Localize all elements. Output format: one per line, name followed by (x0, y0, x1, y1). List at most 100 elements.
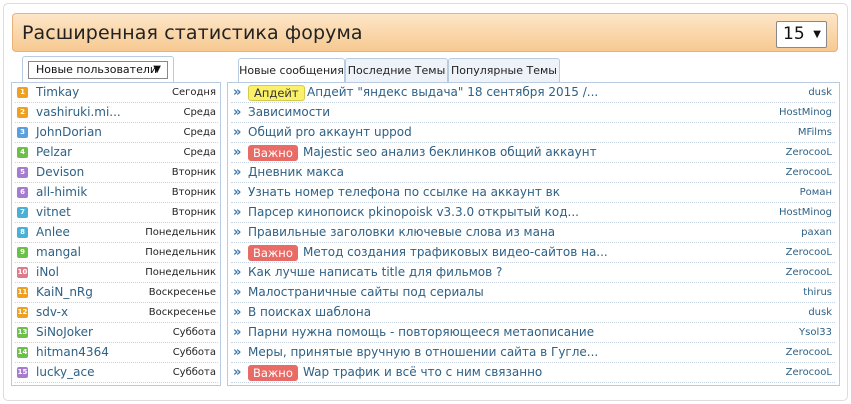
topic-link[interactable]: Как лучше написать title для фильмов ? (248, 265, 502, 279)
topic-author-link[interactable]: paxan (801, 227, 832, 238)
rank-icon: 12 (17, 307, 28, 318)
user-link[interactable]: all-himik (36, 185, 87, 199)
join-day: Вторник (171, 167, 216, 178)
double-arrow-icon: » (233, 365, 242, 380)
user-link[interactable]: KaiN_nRg (36, 285, 93, 299)
join-day: Воскресенье (148, 287, 216, 298)
rank-icon: 6 (17, 187, 28, 198)
double-arrow-icon: » (233, 85, 242, 100)
topic-author-link[interactable]: ZerocooL (786, 147, 832, 158)
topic-row: » Узнать номер телефона по ссылке на акка… (231, 183, 835, 203)
topic-link[interactable]: Меры, принятые вручную в отношении сайта… (248, 345, 598, 359)
user-link[interactable]: Pelzar (36, 145, 72, 159)
topic-author-link[interactable]: MFilms (798, 127, 832, 138)
topic-author-link[interactable]: Роман (800, 187, 832, 198)
topic-author-link[interactable]: thirus (803, 287, 832, 298)
double-arrow-icon: » (233, 265, 242, 280)
rank-icon: 11 (17, 287, 28, 298)
rank-icon: 7 (17, 207, 28, 218)
topic-link[interactable]: Wap трафик и всё что с ним связанно (303, 365, 542, 379)
topic-author-link[interactable]: ZerocooL (786, 247, 832, 258)
update-badge: Апдейт (248, 85, 305, 101)
double-arrow-icon: » (233, 125, 242, 140)
topic-link[interactable]: Узнать номер телефона по ссылке на аккау… (248, 185, 560, 199)
join-day: Среда (183, 127, 216, 138)
user-link[interactable]: Devison (36, 165, 84, 179)
rank-icon: 8 (17, 227, 28, 238)
topic-author-link[interactable]: HostMinog (779, 107, 832, 118)
topic-link[interactable]: Общий pro аккаунт uppod (248, 125, 412, 139)
list-item: 1 Timkay Сегодня (15, 83, 218, 103)
topic-row: » Малостраничные сайты под сериалы thirus (231, 283, 835, 303)
list-item: 13 SiNoJoker Суббота (15, 323, 218, 343)
join-day: Суббота (172, 327, 216, 338)
list-item: 5 Devison Вторник (15, 163, 218, 183)
tab-latest-topics[interactable]: Последние Темы (345, 58, 448, 82)
topic-author-link[interactable]: HostMinog (779, 207, 832, 218)
topic-row: » Важно Majestic seo анализ беклинков общи… (231, 143, 835, 163)
user-link[interactable]: vitnet (36, 205, 71, 219)
topic-row: » В поисках шаблона dusk (231, 303, 835, 323)
topic-author-link[interactable]: dusk (808, 87, 832, 98)
double-arrow-icon: » (233, 185, 242, 200)
user-link[interactable]: SiNoJoker (36, 325, 93, 339)
topic-link[interactable]: Метод создания трафиковых видео-сайтов н… (303, 245, 608, 259)
user-link[interactable]: vashiruki.mi... (36, 105, 121, 119)
double-arrow-icon: » (233, 145, 242, 160)
chevron-down-icon: ▼ (813, 29, 821, 40)
user-link[interactable]: Timkay (36, 85, 79, 99)
items-count-value: 15 (783, 24, 805, 44)
topic-author-link[interactable]: ZerocooL (786, 367, 832, 378)
tab-popular-topics[interactable]: Популярные Темы (448, 58, 560, 82)
topic-row: » Дневник макса ZerocooL (231, 163, 835, 183)
list-item: 3 JohnDorian Среда (15, 123, 218, 143)
topic-link[interactable]: Дневник макса (248, 165, 344, 179)
topic-link[interactable]: Правильные заголовки ключевые слова из м… (248, 225, 555, 239)
join-day: Понедельник (145, 267, 216, 278)
topic-link[interactable]: Апдейт "яндекс выдача" 18 сентября 2015 … (307, 85, 598, 99)
topic-link[interactable]: Парни нужна помощь - повторяющееся метао… (248, 325, 594, 339)
stats-header: Расширенная статистика форума 15 ▼ (12, 13, 838, 52)
topic-author-link[interactable]: ZerocooL (786, 267, 832, 278)
topic-link[interactable]: В поисках шаблона (248, 305, 371, 319)
topic-row: » Зависимости HostMinog (231, 103, 835, 123)
join-day: Среда (183, 147, 216, 158)
join-day: Суббота (172, 347, 216, 358)
list-item: 10 iNol Понедельник (15, 263, 218, 283)
user-link[interactable]: iNol (36, 265, 59, 279)
double-arrow-icon: » (233, 305, 242, 320)
topic-row: » Важно Wap трафик и всё что с ним связанн… (231, 363, 835, 383)
topic-link[interactable]: Majestic seo анализ беклинков общий акка… (303, 145, 597, 159)
list-item: 6 all-himik Вторник (15, 183, 218, 203)
important-badge: Важно (248, 145, 298, 161)
list-item: 14 hitman4364 Суббота (15, 343, 218, 363)
topic-link[interactable]: Малостраничные сайты под сериалы (248, 285, 484, 299)
topic-row: » Правильные заголовки ключевые слова из … (231, 223, 835, 243)
important-badge: Важно (248, 365, 298, 381)
topic-row: » Парсер кинопоиск pkinopoisk v3.3.0 откр… (231, 203, 835, 223)
list-item: 7 vitnet Вторник (15, 203, 218, 223)
topic-author-link[interactable]: Ysol33 (799, 327, 832, 338)
user-link[interactable]: JohnDorian (36, 125, 102, 139)
user-link[interactable]: lucky_ace (36, 365, 95, 379)
user-link[interactable]: Anlee (36, 225, 70, 239)
topic-author-link[interactable]: ZerocooL (786, 347, 832, 358)
page-title: Расширенная статистика форума (22, 22, 363, 44)
topic-author-link[interactable]: dusk (808, 307, 832, 318)
double-arrow-icon: » (233, 205, 242, 220)
items-count-select[interactable]: 15 ▼ (776, 21, 827, 48)
join-day: Вторник (171, 207, 216, 218)
user-link[interactable]: sdv-x (36, 305, 68, 319)
topic-link[interactable]: Зависимости (248, 105, 330, 119)
rank-icon: 1 (17, 87, 28, 98)
rank-icon: 9 (17, 247, 28, 258)
tab-new-messages[interactable]: Новые сообщения (238, 58, 345, 83)
topic-author-link[interactable]: ZerocooL (786, 167, 832, 178)
user-link[interactable]: hitman4364 (36, 345, 109, 359)
topic-row: » Парни нужна помощь - повторяющееся мета… (231, 323, 835, 343)
rank-icon: 10 (17, 267, 28, 278)
rank-icon: 3 (17, 127, 28, 138)
user-link[interactable]: mangal (36, 245, 81, 259)
topic-link[interactable]: Парсер кинопоиск pkinopoisk v3.3.0 откры… (248, 205, 579, 219)
users-filter-select[interactable]: Новые пользователи ▼ (28, 61, 168, 79)
